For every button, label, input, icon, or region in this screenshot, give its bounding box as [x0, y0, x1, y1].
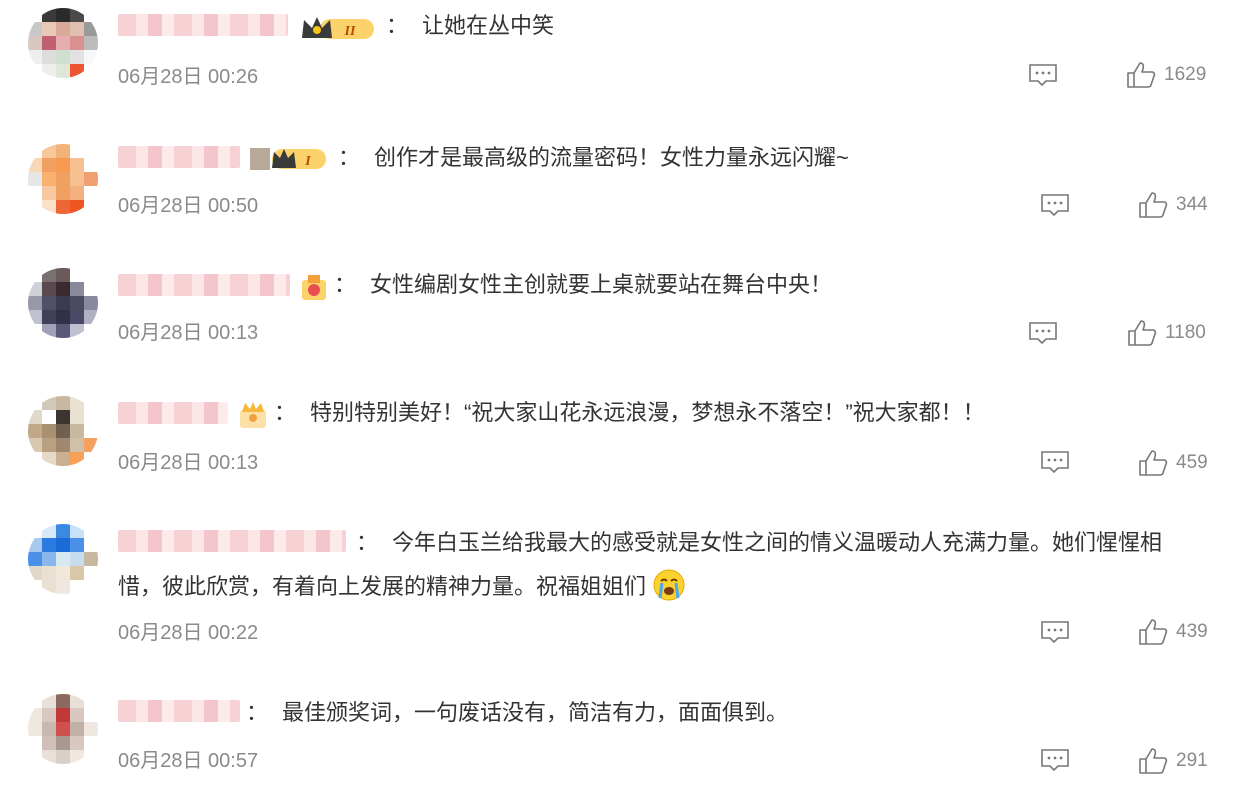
- like-count: 1180: [1165, 322, 1206, 343]
- timestamp: 06月28日 00:50: [118, 195, 259, 217]
- vip-badge[interactable]: [300, 272, 330, 302]
- crown-icon: I: [250, 148, 326, 170]
- crown-icon: II: [302, 17, 374, 39]
- comment-text: ：今年白玉兰给我最大的感受就是女性之间的情义温暖动人充满力量。她们惺惺相: [356, 530, 1163, 555]
- username[interactable]: [118, 14, 288, 36]
- thumbs-up-icon: [1139, 192, 1168, 218]
- vip-badge[interactable]: [236, 400, 270, 430]
- avatar[interactable]: [28, 524, 98, 594]
- timestamp: 06月28日 00:13: [118, 452, 259, 474]
- timestamp: 06月28日 00:22: [118, 622, 259, 644]
- like-button[interactable]: 459: [1138, 449, 1208, 477]
- thumbs-up-icon: [1139, 450, 1168, 476]
- timestamp: 06月28日 00:26: [118, 66, 259, 88]
- like-button[interactable]: 344: [1138, 191, 1208, 219]
- avatar[interactable]: [28, 8, 98, 78]
- comment-reply-icon[interactable]: [1040, 620, 1070, 644]
- comment-text: ：创作才是最高级的流量密码！女性力量永远闪耀~: [338, 145, 849, 170]
- comment-text: ：女性编剧女性主创就要上桌就要站在舞台中央！: [334, 272, 833, 297]
- like-button[interactable]: 291: [1138, 747, 1208, 775]
- like-count: 344: [1176, 194, 1208, 215]
- comment-reply-icon[interactable]: [1028, 63, 1058, 87]
- comment-reply-icon[interactable]: [1040, 193, 1070, 217]
- username[interactable]: [118, 700, 240, 722]
- thumbs-up-icon: [1127, 62, 1156, 88]
- comment-text: ：最佳颁奖词，一句废话没有，简洁有力，面面俱到。: [246, 700, 789, 725]
- username[interactable]: [118, 402, 228, 424]
- comment-text-continued: 惜，彼此欣赏，有着向上发展的精神力量。祝福姐姐们: [118, 568, 686, 604]
- avatar[interactable]: [28, 396, 98, 466]
- like-count: 291: [1176, 750, 1208, 771]
- comment-text: ：特别特别美好！“祝大家山花永远浪漫，梦想永不落空！”祝大家都！！: [274, 400, 985, 425]
- like-count: 439: [1176, 621, 1208, 642]
- crown-icon: [302, 275, 326, 300]
- username[interactable]: [118, 274, 290, 296]
- comment-reply-icon[interactable]: [1040, 450, 1070, 474]
- crying-emoji-icon: [653, 569, 685, 601]
- badge-level: I: [304, 154, 311, 169]
- badge-level: II: [344, 24, 356, 39]
- avatar[interactable]: [28, 694, 98, 764]
- username[interactable]: [118, 530, 346, 552]
- avatar[interactable]: [28, 268, 98, 338]
- comment-reply-icon[interactable]: [1028, 321, 1058, 345]
- timestamp: 06月28日 00:57: [118, 750, 259, 772]
- comment-reply-icon[interactable]: [1040, 748, 1070, 772]
- like-button[interactable]: 439: [1138, 618, 1208, 646]
- vip-badge[interactable]: I: [250, 144, 330, 174]
- like-count: 1629: [1164, 64, 1207, 85]
- like-button[interactable]: 1180: [1127, 319, 1206, 347]
- vip-badge[interactable]: II: [300, 14, 378, 44]
- like-button[interactable]: 1629: [1126, 61, 1206, 89]
- thumbs-up-icon: [1139, 619, 1168, 645]
- thumbs-up-icon: [1128, 320, 1157, 346]
- username[interactable]: [118, 146, 240, 168]
- crown-icon: [240, 402, 266, 428]
- thumbs-up-icon: [1139, 748, 1168, 774]
- like-count: 459: [1176, 452, 1208, 473]
- comment-text: ：让她在丛中笑: [386, 13, 555, 38]
- timestamp: 06月28日 00:13: [118, 322, 259, 344]
- avatar[interactable]: [28, 144, 98, 214]
